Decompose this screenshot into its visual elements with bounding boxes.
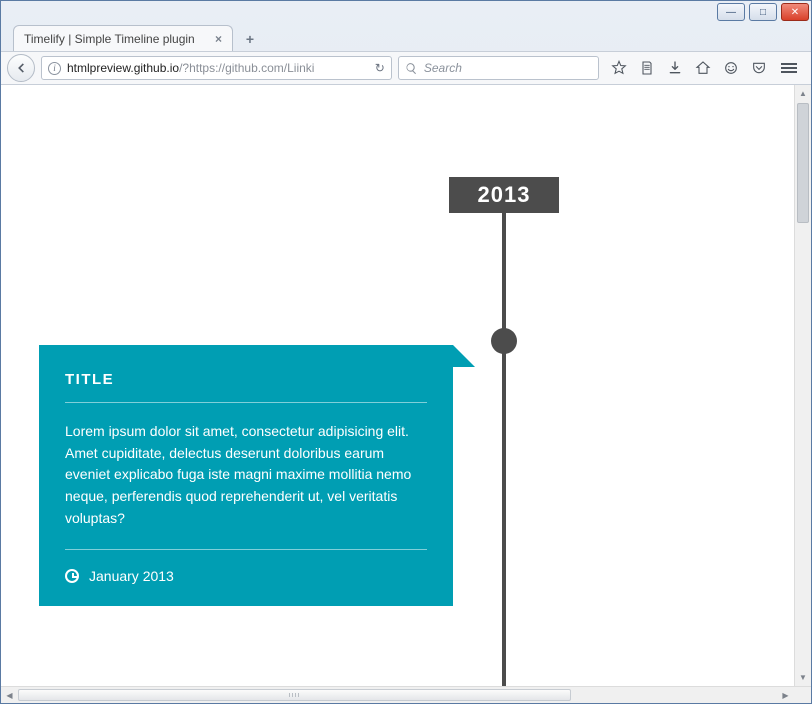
- url-host: htmlpreview.github.io: [67, 61, 179, 75]
- scroll-right-icon[interactable]: ▶: [777, 687, 794, 703]
- tab-title: Timelify | Simple Timeline plugin: [24, 32, 207, 46]
- timeline-line: [502, 213, 506, 686]
- site-info-icon[interactable]: i: [48, 62, 61, 75]
- arrow-left-icon: [14, 61, 28, 75]
- reading-list-icon[interactable]: [639, 60, 655, 76]
- star-icon[interactable]: [611, 60, 627, 76]
- url-text: htmlpreview.github.io/?https://github.co…: [67, 61, 369, 75]
- tab-close-icon[interactable]: ×: [215, 32, 222, 46]
- menu-button[interactable]: [779, 61, 799, 75]
- search-bar[interactable]: Search: [398, 56, 599, 80]
- timeline-card: TITLE Lorem ipsum dolor sit amet, consec…: [39, 345, 453, 606]
- tab-strip: Timelify | Simple Timeline plugin × +: [1, 23, 811, 51]
- timeline-year-badge: 2013: [449, 177, 559, 213]
- back-button[interactable]: [7, 54, 35, 82]
- search-placeholder: Search: [424, 61, 592, 75]
- browser-tab[interactable]: Timelify | Simple Timeline plugin ×: [13, 25, 233, 51]
- scroll-left-icon[interactable]: ◀: [1, 687, 18, 703]
- pocket-icon[interactable]: [751, 60, 767, 76]
- timeline-card-body: Lorem ipsum dolor sit amet, consectetur …: [65, 421, 427, 529]
- maximize-button[interactable]: □: [749, 3, 777, 21]
- hello-icon[interactable]: [723, 60, 739, 76]
- scroll-grip-icon: [289, 693, 301, 697]
- home-icon[interactable]: [695, 60, 711, 76]
- divider: [65, 402, 427, 403]
- clock-icon: [65, 569, 79, 583]
- reload-button[interactable]: ↻: [375, 61, 385, 75]
- horizontal-scroll-thumb[interactable]: [18, 689, 571, 701]
- search-icon: [405, 62, 418, 75]
- vertical-scrollbar[interactable]: ▲ ▼: [794, 85, 811, 686]
- scroll-up-icon[interactable]: ▲: [795, 85, 811, 102]
- timeline-card-date: January 2013: [89, 568, 174, 584]
- vertical-scroll-thumb[interactable]: [797, 103, 809, 223]
- timeline-card-title: TITLE: [65, 371, 427, 388]
- browser-toolbar: i htmlpreview.github.io/?https://github.…: [1, 51, 811, 85]
- window-buttons: — □ ✕: [717, 3, 809, 21]
- url-bar[interactable]: i htmlpreview.github.io/?https://github.…: [41, 56, 392, 80]
- close-button[interactable]: ✕: [781, 3, 809, 21]
- horizontal-scrollbar[interactable]: ◀ ▶: [1, 686, 811, 703]
- new-tab-button[interactable]: +: [239, 29, 261, 49]
- viewport: 2013 TITLE Lorem ipsum dolor sit amet, c…: [1, 85, 811, 703]
- window-titlebar: — □ ✕: [1, 1, 811, 23]
- divider: [65, 549, 427, 550]
- download-icon[interactable]: [667, 60, 683, 76]
- minimize-button[interactable]: —: [717, 3, 745, 21]
- timeline-dot: [491, 328, 517, 354]
- browser-window: — □ ✕ Timelify | Simple Timeline plugin …: [0, 0, 812, 704]
- toolbar-icons: [605, 60, 805, 76]
- page-content: 2013 TITLE Lorem ipsum dolor sit amet, c…: [1, 85, 794, 686]
- scroll-down-icon[interactable]: ▼: [795, 669, 811, 686]
- url-path: /?https://github.com/Liinki: [179, 61, 314, 75]
- timeline-card-date-row: January 2013: [65, 568, 427, 584]
